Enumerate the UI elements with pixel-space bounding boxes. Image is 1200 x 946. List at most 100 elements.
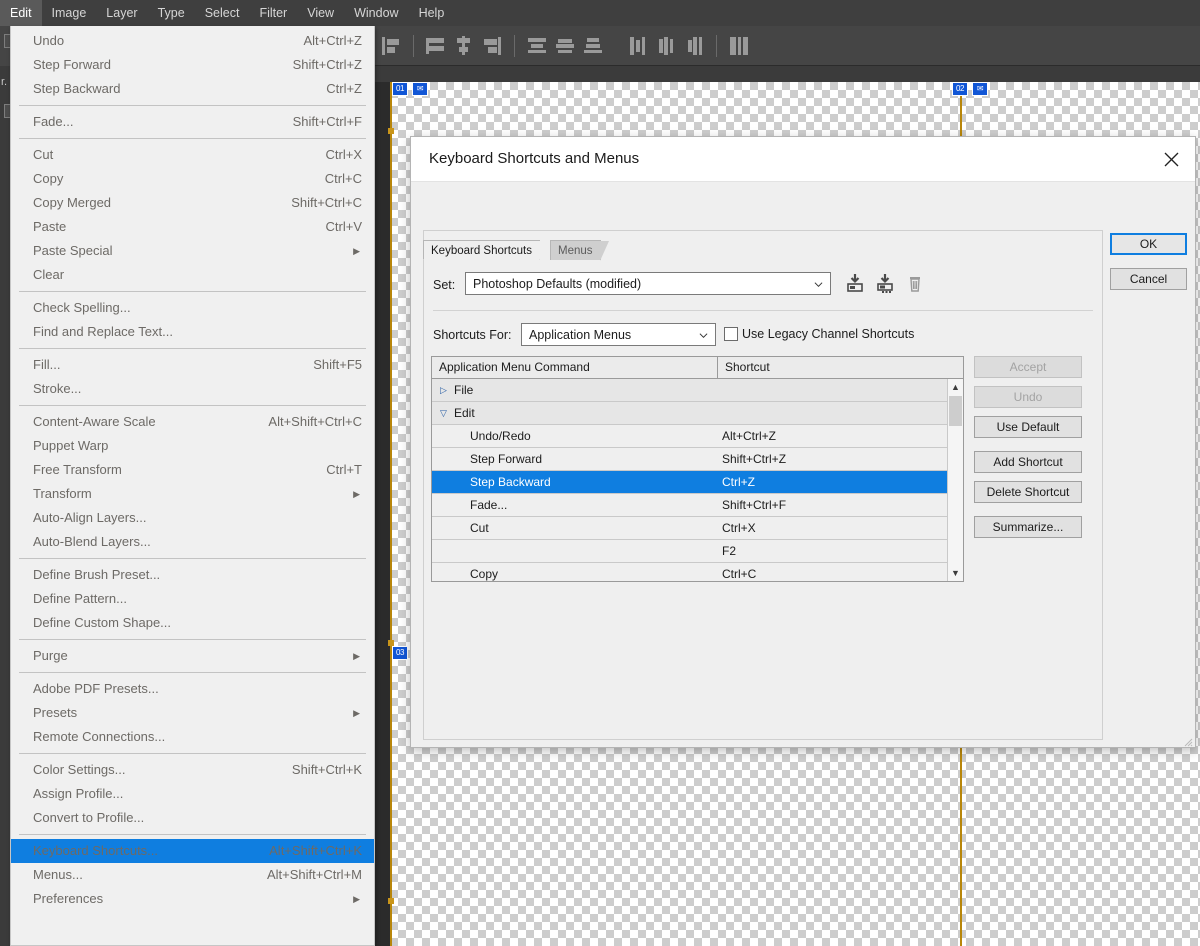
- table-row[interactable]: ▽ Edit: [432, 402, 963, 425]
- table-row[interactable]: F2: [432, 540, 963, 563]
- table-row[interactable]: Fade... Shift+Ctrl+F: [432, 494, 963, 517]
- menu-window[interactable]: Window: [344, 0, 408, 26]
- table-body[interactable]: ▷ File ▽ Edit Undo/Redo Alt+Ctrl+Z Step …: [432, 379, 963, 581]
- menu-edit[interactable]: Edit: [0, 0, 42, 26]
- menu-item-presets[interactable]: Presets ▶: [11, 701, 374, 725]
- scroll-up-icon[interactable]: ▲: [948, 379, 963, 395]
- menu-item-fill[interactable]: Fill... Shift+F5: [11, 353, 374, 377]
- scrollbar-thumb[interactable]: [949, 396, 962, 426]
- distribute-top-icon[interactable]: [524, 33, 550, 59]
- auto-distribute-icon[interactable]: [726, 33, 752, 59]
- ok-button[interactable]: OK: [1110, 233, 1187, 255]
- menu-item-paste[interactable]: Paste Ctrl+V: [11, 215, 374, 239]
- resize-grip[interactable]: [1181, 734, 1193, 747]
- align-left-edges-icon[interactable]: [378, 33, 404, 59]
- use-default-button[interactable]: Use Default: [974, 416, 1082, 438]
- save-set-as-icon[interactable]: [875, 272, 895, 294]
- tab-keyboard-shortcuts[interactable]: Keyboard Shortcuts: [423, 240, 549, 261]
- align-top-edges-icon[interactable]: [423, 33, 449, 59]
- canvas-badge-03[interactable]: 03: [392, 646, 408, 660]
- menu-item-fade[interactable]: Fade... Shift+Ctrl+F: [11, 110, 374, 134]
- use-legacy-channel-shortcuts-label: Use Legacy Channel Shortcuts: [742, 327, 915, 341]
- shortcuts-table[interactable]: Application Menu Command Shortcut ▷ File…: [431, 356, 964, 582]
- save-set-icon[interactable]: [845, 272, 865, 294]
- menu-item-copy[interactable]: Copy Ctrl+C: [11, 167, 374, 191]
- shortcuts-for-dropdown[interactable]: Application Menus: [521, 323, 716, 346]
- edit-dropdown-menu[interactable]: Undo Alt+Ctrl+Z Step Forward Shift+Ctrl+Z St…: [10, 26, 375, 946]
- menu-item-undo[interactable]: Undo Alt+Ctrl+Z: [11, 29, 374, 53]
- table-row[interactable]: Cut Ctrl+X: [432, 517, 963, 540]
- expand-collapse-icon[interactable]: ▽: [440, 402, 447, 424]
- distribute-left-icon[interactable]: [625, 33, 651, 59]
- distribute-center-icon[interactable]: [552, 33, 578, 59]
- close-icon[interactable]: [1157, 146, 1185, 172]
- menu-item-transform[interactable]: Transform ▶: [11, 482, 374, 506]
- menu-item-color-settings[interactable]: Color Settings... Shift+Ctrl+K: [11, 758, 374, 782]
- menu-view[interactable]: View: [297, 0, 344, 26]
- dialog-titlebar[interactable]: Keyboard Shortcuts and Menus: [411, 137, 1195, 182]
- table-row[interactable]: Step Forward Shift+Ctrl+Z: [432, 448, 963, 471]
- menu-select[interactable]: Select: [195, 0, 250, 26]
- cancel-button[interactable]: Cancel: [1110, 268, 1187, 290]
- align-right-edges-icon[interactable]: [479, 33, 505, 59]
- menu-item-check-spelling[interactable]: Check Spelling...: [11, 296, 374, 320]
- canvas-badge-02[interactable]: 02: [952, 82, 968, 96]
- scroll-down-icon[interactable]: ▼: [948, 565, 963, 581]
- table-row[interactable]: ▷ File: [432, 379, 963, 402]
- set-dropdown[interactable]: Photoshop Defaults (modified): [465, 272, 831, 295]
- menu-item-purge[interactable]: Purge ▶: [11, 644, 374, 668]
- canvas-badge-mail-1[interactable]: ✉: [412, 82, 428, 96]
- tab-menus[interactable]: Menus: [550, 240, 609, 261]
- menu-image[interactable]: Image: [42, 0, 97, 26]
- menu-item-cut[interactable]: Cut Ctrl+X: [11, 143, 374, 167]
- menu-item-assign-profile[interactable]: Assign Profile...: [11, 782, 374, 806]
- add-shortcut-button[interactable]: Add Shortcut: [974, 451, 1082, 473]
- canvas-badge-01[interactable]: 01: [392, 82, 408, 96]
- menu-item-copy-merged[interactable]: Copy Merged Shift+Ctrl+C: [11, 191, 374, 215]
- distribute-bottom-icon[interactable]: [580, 33, 606, 59]
- menu-item-label: Step Backward: [33, 81, 121, 96]
- menu-item-free-transform[interactable]: Free Transform Ctrl+T: [11, 458, 374, 482]
- table-row-selected[interactable]: Step Backward Ctrl+Z: [432, 471, 963, 494]
- menu-item-auto-align-layers[interactable]: Auto-Align Layers...: [11, 506, 374, 530]
- table-scrollbar[interactable]: ▲ ▼: [947, 379, 963, 581]
- delete-shortcut-button[interactable]: Delete Shortcut: [974, 481, 1082, 503]
- expand-collapse-icon[interactable]: ▷: [440, 379, 447, 401]
- menu-item-stroke[interactable]: Stroke...: [11, 377, 374, 401]
- distribute-horizontal-centers-icon[interactable]: [653, 33, 679, 59]
- menu-item-menus[interactable]: Menus... Alt+Shift+Ctrl+M: [11, 863, 374, 887]
- menu-item-adobe-pdf-presets[interactable]: Adobe PDF Presets...: [11, 677, 374, 701]
- menu-item-define-pattern[interactable]: Define Pattern...: [11, 587, 374, 611]
- delete-set-icon[interactable]: [905, 272, 925, 294]
- menu-filter[interactable]: Filter: [249, 0, 297, 26]
- accept-button[interactable]: Accept: [974, 356, 1082, 378]
- table-row[interactable]: Copy Ctrl+C: [432, 563, 963, 581]
- keyboard-shortcuts-dialog[interactable]: Keyboard Shortcuts and Menus Keyboard Sh…: [410, 136, 1196, 748]
- menu-item-define-custom-shape[interactable]: Define Custom Shape...: [11, 611, 374, 635]
- menu-item-shortcut: Ctrl+T: [326, 462, 362, 477]
- align-vertical-centers-icon[interactable]: [451, 33, 477, 59]
- menu-item-define-brush-preset[interactable]: Define Brush Preset...: [11, 563, 374, 587]
- undo-button[interactable]: Undo: [974, 386, 1082, 408]
- menu-item-convert-to-profile[interactable]: Convert to Profile...: [11, 806, 374, 830]
- menu-item-auto-blend-layers[interactable]: Auto-Blend Layers...: [11, 530, 374, 554]
- section-divider: [433, 310, 1093, 311]
- menu-layer[interactable]: Layer: [96, 0, 147, 26]
- use-legacy-channel-shortcuts-checkbox[interactable]: [724, 327, 738, 341]
- menu-item-remote-connections[interactable]: Remote Connections...: [11, 725, 374, 749]
- table-row[interactable]: Undo/Redo Alt+Ctrl+Z: [432, 425, 963, 448]
- menu-item-clear[interactable]: Clear: [11, 263, 374, 287]
- menu-type[interactable]: Type: [148, 0, 195, 26]
- menu-help[interactable]: Help: [409, 0, 455, 26]
- menu-item-paste-special[interactable]: Paste Special ▶: [11, 239, 374, 263]
- menu-item-puppet-warp[interactable]: Puppet Warp: [11, 434, 374, 458]
- menu-item-keyboard-shortcuts[interactable]: Keyboard Shortcuts... Alt+Shift+Ctrl+K: [11, 839, 374, 863]
- menu-item-find-and-replace-text[interactable]: Find and Replace Text...: [11, 320, 374, 344]
- summarize-button[interactable]: Summarize...: [974, 516, 1082, 538]
- canvas-badge-mail-2[interactable]: ✉: [972, 82, 988, 96]
- menu-item-step-forward[interactable]: Step Forward Shift+Ctrl+Z: [11, 53, 374, 77]
- menu-item-content-aware-scale[interactable]: Content-Aware Scale Alt+Shift+Ctrl+C: [11, 410, 374, 434]
- distribute-right-icon[interactable]: [681, 33, 707, 59]
- menu-item-preferences[interactable]: Preferences ▶: [11, 887, 374, 911]
- menu-item-step-backward[interactable]: Step Backward Ctrl+Z: [11, 77, 374, 101]
